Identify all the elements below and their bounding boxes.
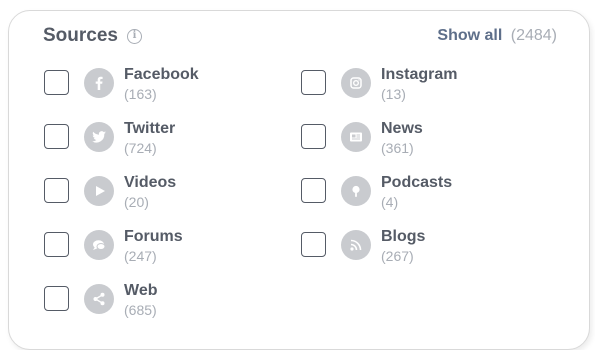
checkbox[interactable] <box>44 286 69 311</box>
facebook-icon <box>84 68 114 98</box>
rss-icon <box>341 230 371 260</box>
source-count: (361) <box>381 140 414 156</box>
checkbox[interactable] <box>301 178 326 203</box>
show-all-link[interactable]: Show all (2484) <box>437 27 557 45</box>
source-name: Instagram <box>381 66 458 83</box>
source-item-blogs[interactable]: Blogs (267) <box>301 228 541 268</box>
show-all-count: (2484) <box>510 27 557 44</box>
source-count: (163) <box>124 86 157 102</box>
panel-title: Sources <box>43 25 118 46</box>
source-count: (247) <box>124 248 157 264</box>
source-name: News <box>381 120 423 137</box>
panel-header: Sources i <box>43 25 142 47</box>
source-item-instagram[interactable]: Instagram (13) <box>301 66 541 106</box>
checkbox[interactable] <box>301 70 326 95</box>
source-name: Web <box>124 282 158 299</box>
source-item-twitter[interactable]: Twitter (724) <box>44 120 284 160</box>
checkbox[interactable] <box>44 232 69 257</box>
info-icon[interactable]: i <box>126 28 142 44</box>
source-name: Forums <box>124 228 183 245</box>
play-icon <box>84 176 114 206</box>
instagram-icon <box>341 68 371 98</box>
twitter-icon <box>84 122 114 152</box>
show-all-label[interactable]: Show all <box>437 27 502 44</box>
source-item-web[interactable]: Web (685) <box>44 282 284 322</box>
source-item-facebook[interactable]: Facebook (163) <box>44 66 284 106</box>
source-count: (724) <box>124 140 157 156</box>
checkbox[interactable] <box>301 232 326 257</box>
chat-icon <box>84 230 114 260</box>
checkbox[interactable] <box>44 178 69 203</box>
source-count: (685) <box>124 302 157 318</box>
source-item-videos[interactable]: Videos (20) <box>44 174 284 214</box>
source-name: Facebook <box>124 66 199 83</box>
checkbox[interactable] <box>301 124 326 149</box>
source-name: Blogs <box>381 228 426 245</box>
source-count: (267) <box>381 248 414 264</box>
source-name: Videos <box>124 174 177 191</box>
source-count: (13) <box>381 86 406 102</box>
checkbox[interactable] <box>44 70 69 95</box>
source-count: (4) <box>381 194 399 210</box>
podcast-icon <box>341 176 371 206</box>
source-name: Twitter <box>124 120 176 137</box>
source-count: (20) <box>124 194 149 210</box>
share-icon <box>84 284 114 314</box>
source-item-forums[interactable]: Forums (247) <box>44 228 284 268</box>
news-icon <box>341 122 371 152</box>
source-item-podcasts[interactable]: Podcasts (4) <box>301 174 541 214</box>
source-item-news[interactable]: News (361) <box>301 120 541 160</box>
checkbox[interactable] <box>44 124 69 149</box>
sources-panel: Sources i Show all (2484) Facebook (163)… <box>8 10 590 350</box>
source-name: Podcasts <box>381 174 453 191</box>
